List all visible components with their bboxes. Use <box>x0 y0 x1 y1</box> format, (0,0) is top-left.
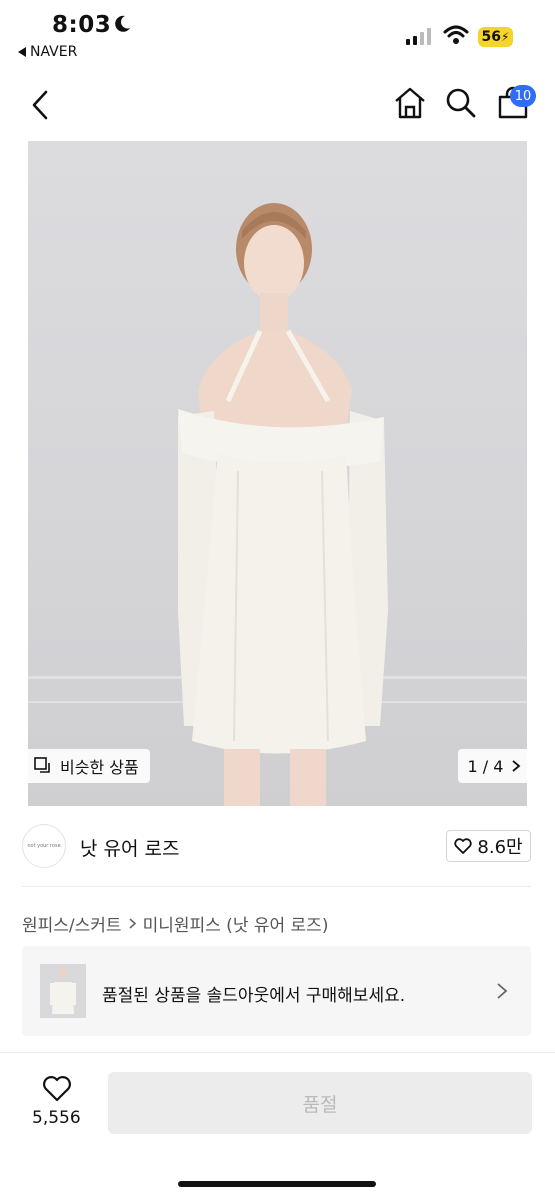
home-indicator[interactable] <box>178 1181 376 1187</box>
status-time: 8:03 <box>52 12 112 38</box>
search-icon[interactable] <box>445 87 477 119</box>
battery-level: 56 <box>481 29 502 45</box>
heart-icon <box>454 838 473 854</box>
home-icon[interactable] <box>393 86 427 120</box>
brand-logo[interactable]: not your rose <box>22 824 66 868</box>
back-to-app-link[interactable]: NAVER <box>18 44 77 60</box>
brand-name[interactable]: 낫 유어 로즈 <box>80 834 179 861</box>
chevron-right-icon <box>512 760 521 772</box>
breadcrumb-subcategory[interactable]: 미니원피스 (낫 유어 로즈) <box>143 911 329 936</box>
banner-thumbnail <box>40 964 86 1018</box>
moon-icon <box>115 15 130 32</box>
similar-products-button[interactable]: 비슷한 상품 <box>22 749 150 783</box>
back-triangle-icon <box>18 47 26 57</box>
wishlist-heart-icon[interactable] <box>42 1075 72 1102</box>
model-figure <box>178 203 388 806</box>
banner-thumbnail-figure <box>50 968 76 1014</box>
breadcrumb: 원피스/스커트 미니원피스 (낫 유어 로즈) <box>22 911 328 936</box>
image-page-indicator[interactable]: 1 / 4 <box>458 749 531 783</box>
breadcrumb-category[interactable]: 원피스/스커트 <box>22 911 122 936</box>
soldout-button[interactable]: 품절 <box>108 1072 532 1134</box>
back-arrow-icon[interactable] <box>28 88 58 122</box>
divider <box>0 1052 555 1053</box>
cellular-signal-icon <box>406 28 431 45</box>
product-image[interactable] <box>28 141 527 806</box>
divider <box>22 886 531 887</box>
copy-stack-icon <box>34 757 50 773</box>
charging-bolt-icon: ⚡ <box>501 30 510 44</box>
back-app-label: NAVER <box>30 44 78 60</box>
chevron-right-icon <box>129 918 136 929</box>
brand-logo-text: not your rose <box>27 843 61 849</box>
wishlist-count: 5,556 <box>32 1108 81 1128</box>
similar-products-label: 비슷한 상품 <box>60 758 139 777</box>
brand-like-button[interactable]: 8.6만 <box>446 830 531 862</box>
soldout-banner-text: 품절된 상품을 솔드아웃에서 구매해보세요. <box>102 986 406 1006</box>
battery-indicator: 56 ⚡ <box>478 27 513 47</box>
cart-count-badge: 10 <box>510 85 536 107</box>
brand-like-count: 8.6만 <box>477 837 523 858</box>
chevron-right-icon <box>497 983 508 999</box>
wifi-icon <box>443 25 469 44</box>
page-indicator-text: 1 / 4 <box>467 756 504 776</box>
